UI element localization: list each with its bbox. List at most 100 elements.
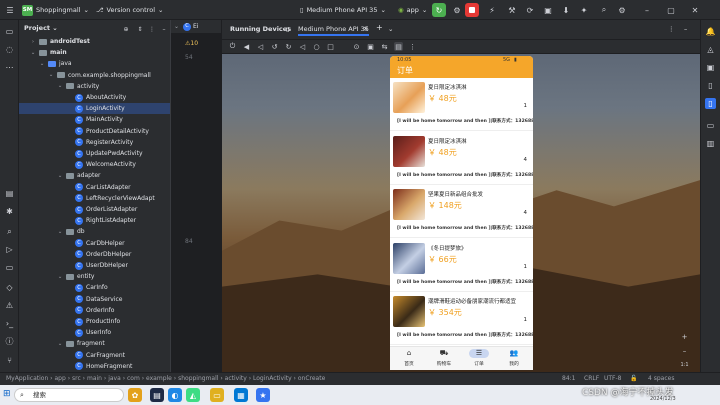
nav-item-3[interactable]: 👥 我的 — [497, 349, 531, 367]
running-devices-icon[interactable]: ▯ — [705, 98, 716, 109]
info-icon[interactable]: ⓘ — [4, 336, 15, 347]
volume-up-icon[interactable]: ◀ — [242, 42, 251, 51]
maximize-icon[interactable]: ▢ — [664, 3, 678, 17]
taskbar-search[interactable]: ⌕ 搜索 — [14, 388, 124, 402]
sync-icon[interactable]: ⟳ — [523, 3, 537, 17]
rotate-left-icon[interactable]: ↺ — [270, 42, 279, 51]
chevron-down-icon[interactable]: ⌄ — [57, 83, 63, 89]
terminal-prompt-icon[interactable]: ›_ — [4, 318, 15, 329]
git-icon[interactable]: ⑂ — [4, 355, 15, 366]
tree-item[interactable]: C OrderInfo — [19, 305, 170, 316]
lock-icon[interactable]: 🔓 — [630, 375, 637, 382]
order-item[interactable]: 夏日限定冰淇淋 ￥ 48元 1 [I will be home tomorrow an… — [390, 79, 533, 131]
tree-item[interactable]: C CarInfo — [19, 282, 170, 293]
windows-start-icon[interactable]: ⊞ — [3, 389, 11, 399]
tree-item[interactable]: C OrderListAdapter — [19, 204, 170, 215]
chevron-down-icon[interactable]: ⌄ — [388, 25, 393, 33]
record-icon[interactable]: ▣ — [366, 42, 375, 51]
tree-item[interactable]: C HomeFragment — [19, 361, 170, 372]
order-item[interactable]: 夏日限定冰淇淋 ￥ 48元 4 [I will be home tomorrow an… — [390, 133, 533, 185]
project-switcher[interactable]: SM Shoppingmall ⌄ — [22, 4, 89, 16]
breadcrumb-item[interactable]: onCreate — [298, 375, 325, 382]
hide-icon[interactable]: – — [157, 22, 170, 36]
build-icon[interactable]: ⚒ — [505, 3, 519, 17]
order-item[interactable]: 潮牌滑鞋运动必备朋家潮流行都适宜 ￥ 354元 1 [I will be home t… — [390, 293, 533, 345]
widget-icon[interactable]: ✿ — [128, 388, 142, 402]
tree-item[interactable]: C DataService — [19, 294, 170, 305]
nav-item-1[interactable]: ⛟ 购物车 — [427, 349, 461, 367]
breadcrumb-item[interactable]: example — [146, 375, 172, 382]
breadcrumb-item[interactable]: activity — [225, 375, 247, 382]
tree-item[interactable]: › androidTest — [19, 36, 170, 47]
device-selector[interactable]: ▯ Medium Phone API 35 ⌄ — [300, 4, 386, 16]
emulator-icon[interactable]: ▯ — [705, 80, 716, 91]
display-icon[interactable]: ▤ — [394, 42, 403, 51]
minimize-panel-icon[interactable]: – — [684, 25, 687, 33]
overview-icon[interactable]: □ — [326, 42, 335, 51]
order-item[interactable]: 坚果夏日新品组合批发 ￥ 148元 4 [I will be home tomorro… — [390, 186, 533, 238]
indent-setting[interactable]: 4 spaces — [648, 375, 674, 382]
breadcrumb-item[interactable]: LoginActivity — [253, 375, 292, 382]
tree-item[interactable]: C CarListAdapter — [19, 182, 170, 193]
tree-item[interactable]: C OrderDbHelper — [19, 249, 170, 260]
add-device-button[interactable]: + — [376, 23, 383, 32]
more-icon[interactable]: ⋮ — [668, 25, 675, 33]
tree-item[interactable]: ⌄ db — [19, 226, 170, 237]
layout-inspector-icon[interactable]: ▥ — [705, 138, 716, 149]
file-encoding[interactable]: UTF-8 — [604, 375, 622, 382]
tree-item[interactable]: ⌄ com.example.shoppingmall — [19, 70, 170, 81]
order-item[interactable]: 《冬日提梦旅》 ￥ 66元 1 [I will be home tomorrow an… — [390, 240, 533, 292]
task-view-icon[interactable]: ▤ — [150, 388, 164, 402]
tree-item[interactable]: C ProductDetailActivity — [19, 126, 170, 137]
tree-item[interactable]: C UpdatePwdActivity — [19, 148, 170, 159]
minimize-icon[interactable]: – — [640, 3, 654, 17]
nav-item-2[interactable]: ☰ 订单 — [462, 349, 496, 367]
line-separator[interactable]: CRLF — [584, 375, 599, 382]
tree-item[interactable]: C WelcomeActivity — [19, 159, 170, 170]
tree-item[interactable]: C UserInfo — [19, 327, 170, 338]
editor-tab[interactable]: Ei — [193, 23, 198, 30]
debug-icon[interactable]: ⚙ — [450, 3, 464, 17]
diamond-icon[interactable]: ◇ — [4, 282, 15, 293]
breadcrumb-item[interactable]: MyApplication — [6, 375, 48, 382]
tree-item[interactable]: C AboutActivity — [19, 92, 170, 103]
camera-icon[interactable]: ⊙ — [352, 42, 361, 51]
tree-item[interactable]: C CarDbHelper — [19, 238, 170, 249]
rotate-right-icon[interactable]: ↻ — [284, 42, 293, 51]
rerun-button[interactable]: ↻ — [432, 3, 446, 17]
home-circle-icon[interactable]: ○ — [312, 42, 321, 51]
warning-indicator[interactable]: ⚠10 — [185, 40, 198, 47]
stop-button[interactable] — [465, 3, 479, 17]
tree-item[interactable]: ⌄ adapter — [19, 170, 170, 181]
warning-icon[interactable]: ⚠ — [4, 300, 15, 311]
breadcrumb-item[interactable]: shoppingmall — [178, 375, 218, 382]
nav-item-0[interactable]: ⌂ 首页 — [392, 349, 426, 367]
tree-item[interactable]: ⌄ main — [19, 47, 170, 58]
search-icon[interactable]: ⌕ — [597, 3, 611, 17]
chevron-down-icon[interactable]: ⌄ — [57, 274, 63, 280]
layers-icon[interactable]: ▤ — [4, 188, 15, 199]
more-icon[interactable]: ⋯ — [4, 62, 15, 73]
tree-item[interactable]: ⌄ java — [19, 58, 170, 69]
tree-item[interactable]: ⌄ entity — [19, 271, 170, 282]
breadcrumb-item[interactable]: src — [72, 375, 81, 382]
chevron-down-icon[interactable]: ⌄ — [48, 72, 54, 78]
folder-icon[interactable]: ▭ — [4, 26, 15, 37]
tree-item[interactable]: ⌄ fragment — [19, 338, 170, 349]
vcs-menu[interactable]: ⎇ Version control ⌄ — [96, 4, 163, 16]
device-manager-icon[interactable]: ▣ — [541, 3, 555, 17]
search-icon[interactable]: ⌕ — [4, 226, 15, 237]
device-tab[interactable]: Medium Phone API 35 — [298, 25, 369, 36]
chevron-right-icon[interactable]: › — [30, 39, 36, 45]
device-manager-icon[interactable]: ▣ — [705, 62, 716, 73]
breadcrumb-item[interactable]: java — [108, 375, 121, 382]
app-icon[interactable]: ★ — [256, 388, 270, 402]
breadcrumb-item[interactable]: com — [127, 375, 140, 382]
zoom-in-icon[interactable]: + — [680, 332, 689, 341]
gradle-icon[interactable]: ◬ — [705, 44, 716, 55]
store-icon[interactable]: ▦ — [234, 388, 248, 402]
chevron-down-icon[interactable]: ⌄ — [57, 341, 63, 347]
project-panel-title[interactable]: Project ⌄ — [24, 24, 58, 32]
power-icon[interactable]: ⏻ — [228, 42, 237, 51]
chevron-down-icon[interactable]: ⌄ — [30, 50, 36, 56]
